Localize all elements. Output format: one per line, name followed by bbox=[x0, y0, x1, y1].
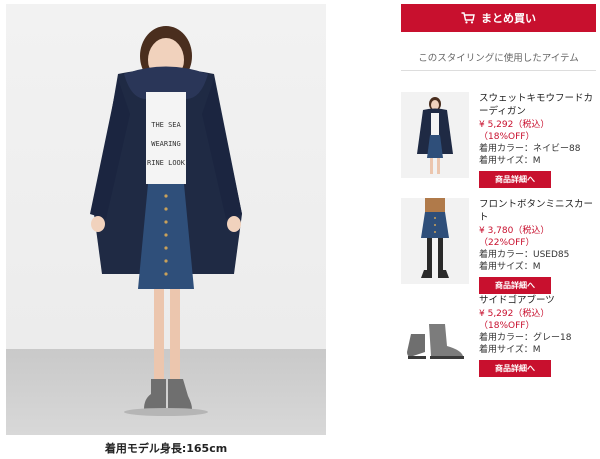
product-discount: （22%OFF） bbox=[479, 238, 535, 248]
product-size: 着用サイズ：M bbox=[479, 345, 541, 355]
product-discount: （18%OFF） bbox=[479, 321, 535, 331]
product-thumbnail[interactable] bbox=[401, 198, 469, 284]
product-thumbnail[interactable] bbox=[401, 294, 469, 380]
product-discount: （18%OFF） bbox=[479, 132, 535, 142]
model-height-caption: 着用モデル身長:165cm bbox=[104, 442, 228, 455]
product-name[interactable]: サイドゴアブーツ bbox=[479, 294, 596, 307]
product-item-cardigan: スウェットキモウフードカーディガン ¥ 5,292（税込） （18%OFF） 着… bbox=[401, 92, 596, 188]
shirt-line-2: WEARING bbox=[151, 140, 181, 148]
product-price: ¥ 3,780（税込） bbox=[479, 226, 550, 236]
product-detail-button[interactable]: 商品詳細へ bbox=[479, 360, 551, 377]
bulk-buy-label: まとめ買い bbox=[481, 12, 536, 25]
product-item-skirt: フロントボタンミニスカート ¥ 3,780（税込） （22%OFF） 着用カラー… bbox=[401, 198, 596, 294]
shirt-line-3: RINE LOOK bbox=[147, 159, 186, 167]
product-detail-button[interactable]: 商品詳細へ bbox=[479, 171, 551, 188]
product-color: 着用カラー：USED85 bbox=[479, 250, 570, 260]
section-divider bbox=[401, 70, 596, 71]
product-size: 着用サイズ：M bbox=[479, 262, 541, 272]
product-price: ¥ 5,292（税込） bbox=[479, 120, 550, 130]
shirt-line-1: THE SEA bbox=[151, 121, 181, 129]
product-detail-button[interactable]: 商品詳細へ bbox=[479, 277, 551, 294]
product-price: ¥ 5,292（税込） bbox=[479, 309, 550, 319]
product-item-boots: サイドゴアブーツ ¥ 5,292（税込） （18%OFF） 着用カラー：グレー1… bbox=[401, 294, 596, 390]
model-illustration: THE SEA WEARING RINE LOOK bbox=[90, 26, 242, 416]
product-color: 着用カラー：グレー18 bbox=[479, 333, 572, 343]
product-size: 着用サイズ：M bbox=[479, 156, 541, 166]
product-thumbnail[interactable] bbox=[401, 92, 469, 178]
bulk-buy-button[interactable]: まとめ買い bbox=[401, 4, 596, 32]
section-title: このスタイリングに使用したアイテム bbox=[418, 53, 579, 64]
cart-icon bbox=[461, 12, 475, 24]
product-color: 着用カラー：ネイビー88 bbox=[479, 144, 581, 154]
styling-photo: THE SEA WEARING RINE LOOK bbox=[6, 4, 326, 435]
product-name[interactable]: スウェットキモウフードカーディガン bbox=[479, 92, 596, 118]
product-name[interactable]: フロントボタンミニスカート bbox=[479, 198, 596, 224]
